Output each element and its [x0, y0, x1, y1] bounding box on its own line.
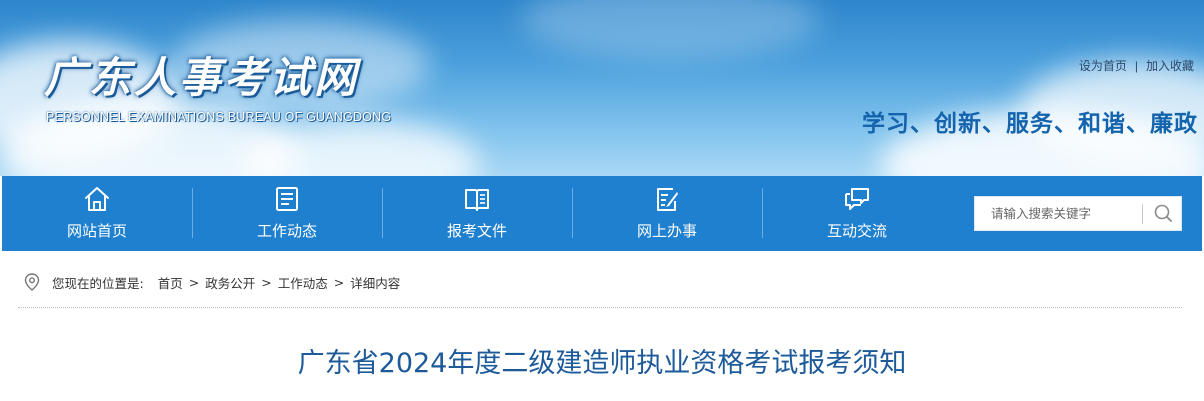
nav-item-exam-docs[interactable]: 报考文件	[382, 176, 572, 251]
nav-item-interaction[interactable]: 互动交流	[762, 176, 952, 251]
cloud-decoration	[520, 0, 820, 60]
breadcrumb-gov-affairs[interactable]: 政务公开	[205, 273, 255, 292]
main-content: 您现在的位置是: 首页 > 政务公开 > 工作动态 > 详细内容 广东省2024…	[4, 251, 1200, 401]
search-box	[974, 196, 1182, 231]
search-icon[interactable]	[1147, 199, 1179, 229]
breadcrumb-prefix: 您现在的位置是:	[52, 275, 144, 291]
nav-item-label: 网上办事	[636, 222, 697, 240]
nav-item-label: 报考文件	[446, 222, 507, 240]
main-nav: 网站首页 工作动态 报考文件 网上办事 互动交流 请输入搜索关键字	[2, 176, 1202, 251]
breadcrumb-separator: >	[261, 274, 272, 290]
top-links: 设为首页 | 加入收藏	[1079, 57, 1194, 74]
search-input[interactable]	[975, 197, 1135, 230]
nav-item-online-service[interactable]: 网上办事	[572, 176, 762, 251]
site-slogan: 学习、创新、服务、和谐、廉政	[862, 111, 1198, 137]
book-icon	[465, 189, 489, 211]
location-pin-icon	[24, 273, 40, 291]
search-divider	[1142, 204, 1143, 224]
set-homepage-link[interactable]: 设为首页	[1079, 59, 1127, 73]
breadcrumb-work-news[interactable]: 工作动态	[278, 273, 328, 292]
edit-icon	[657, 188, 678, 211]
nav-item-label: 工作动态	[256, 222, 317, 240]
chat-icon	[845, 188, 869, 210]
divider-line	[18, 307, 1182, 308]
nav-item-label: 互动交流	[826, 222, 887, 240]
nav-item-label: 网站首页	[66, 222, 127, 240]
home-icon	[85, 187, 109, 211]
site-header: 广东人事考试网 PERSONNEL EXAMINATIONS BUREAU OF…	[0, 0, 1204, 176]
link-separator: |	[1134, 59, 1138, 73]
nav-item-home[interactable]: 网站首页	[2, 176, 192, 251]
news-icon	[276, 187, 298, 211]
add-favorite-link[interactable]: 加入收藏	[1146, 59, 1194, 73]
article-title: 广东省2024年度二级建造师执业资格考试报考须知	[297, 348, 907, 379]
breadcrumb-home[interactable]: 首页	[158, 273, 183, 292]
breadcrumb-detail[interactable]: 详细内容	[350, 273, 400, 292]
site-logo-title[interactable]: 广东人事考试网	[44, 44, 359, 105]
breadcrumb: 您现在的位置是: 首页 > 政务公开 > 工作动态 > 详细内容	[24, 273, 400, 291]
site-logo-subtitle: PERSONNEL EXAMINATIONS BUREAU OF GUANGDO…	[46, 110, 392, 124]
breadcrumb-separator: >	[333, 274, 345, 290]
nav-item-work-news[interactable]: 工作动态	[192, 176, 382, 251]
breadcrumb-separator: >	[188, 274, 200, 290]
